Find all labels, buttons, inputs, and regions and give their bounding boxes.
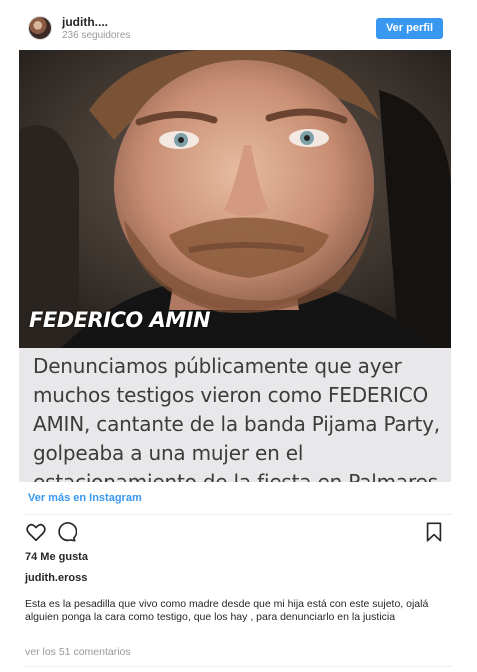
avatar[interactable] (28, 16, 52, 40)
photo-text-line: estacionamiento de la fiesta en Palmares (33, 470, 438, 482)
heart-icon[interactable] (25, 521, 47, 543)
view-profile-button[interactable]: Ver perfil (376, 18, 443, 39)
divider (25, 666, 452, 667)
view-comments-link[interactable]: ver los 51 comentarios (25, 646, 131, 658)
user-info: judith.... 236 seguidores (62, 15, 130, 43)
photo-text-line: Denunciamos públicamente que ayer (33, 354, 402, 378)
action-bar (25, 521, 445, 545)
username[interactable]: judith.... (62, 15, 130, 29)
follower-count: 236 seguidores (62, 30, 131, 41)
divider (25, 514, 452, 515)
post-header: judith.... 236 seguidores Ver perfil (0, 0, 477, 54)
post-image[interactable]: FEDERICO AMIN Denunciamos públicamente q… (19, 50, 451, 482)
photo-name-label: FEDERICO AMIN (29, 308, 211, 332)
portrait-photo (19, 50, 451, 350)
post-author[interactable]: judith.eross (25, 572, 87, 584)
photo-text-panel: Denunciamos públicamente que ayer muchos… (19, 348, 451, 482)
like-count[interactable]: 74 Me gusta (25, 551, 88, 563)
comment-icon[interactable] (55, 521, 78, 543)
photo-text-line: golpeaba a una mujer en el (33, 441, 304, 465)
instagram-embed: judith.... 236 seguidores Ver perfil FED… (0, 0, 477, 672)
bookmark-icon[interactable] (423, 521, 445, 543)
photo-text-line: muchos testigos vieron como FEDERICO (33, 383, 429, 407)
post-caption: Esta es la pesadilla que vivo como madre… (25, 598, 429, 623)
view-more-on-instagram-link[interactable]: Ver más en Instagram (28, 492, 142, 504)
photo-text-line: AMIN, cantante de la banda Pijama Party, (33, 412, 440, 436)
photo-text: Denunciamos públicamente que ayer muchos… (33, 352, 451, 482)
